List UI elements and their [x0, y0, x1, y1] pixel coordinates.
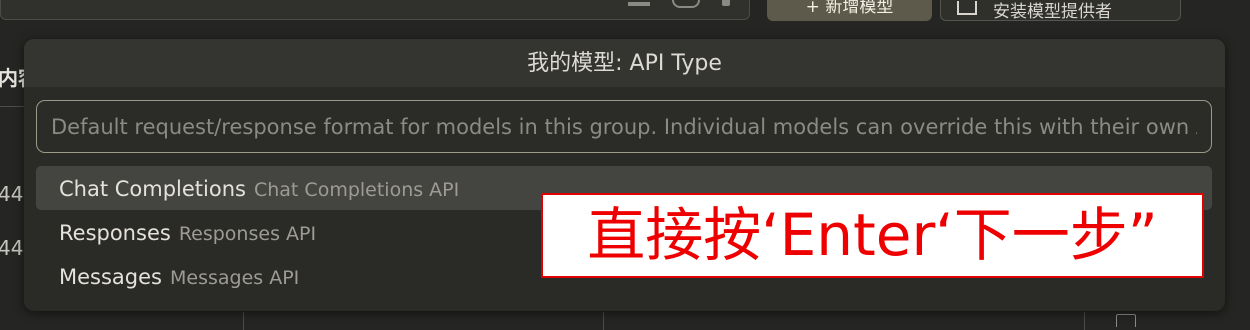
database-icon[interactable] — [672, 0, 700, 8]
dialog-title: 我的模型: API Type — [24, 39, 1225, 87]
option-description: Chat Completions API — [253, 179, 460, 201]
column-divider — [603, 312, 604, 330]
option-label: Chat Completions — [59, 177, 246, 201]
quick-pick-input[interactable] — [36, 100, 1212, 153]
instruction-annotation: 直接按‘Enter‘下一步” — [541, 193, 1204, 278]
table-cell: 44 — [0, 236, 24, 260]
table-cell: 44 — [0, 182, 24, 206]
option-description: Responses API — [178, 223, 317, 245]
column-divider — [1084, 312, 1085, 330]
option-description: Messages API — [169, 267, 300, 289]
install-provider-button[interactable]: 安装模型提供者 — [940, 0, 1181, 21]
folder-icon[interactable] — [1116, 314, 1136, 327]
add-model-button[interactable]: + 新增模型 — [767, 0, 932, 21]
list-icon[interactable] — [628, 2, 650, 6]
option-label: Responses — [59, 221, 171, 245]
column-divider — [243, 312, 244, 330]
package-icon — [957, 1, 977, 15]
option-label: Messages — [59, 265, 162, 289]
more-icon[interactable] — [722, 0, 730, 6]
